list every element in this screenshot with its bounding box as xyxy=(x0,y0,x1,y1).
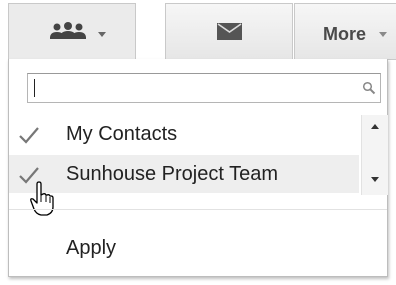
contact-group-list: My Contacts Sunhouse Project Team xyxy=(9,115,389,195)
list-item[interactable]: My Contacts xyxy=(9,115,359,153)
contacts-dropdown-panel: My Contacts Sunhouse Project Team Apply xyxy=(8,59,388,277)
envelope-icon xyxy=(217,23,242,40)
list-item[interactable]: Sunhouse Project Team xyxy=(9,155,359,193)
scroll-up-icon[interactable] xyxy=(371,124,379,129)
toolbar-gap xyxy=(136,3,165,60)
hand-cursor-icon xyxy=(30,181,54,216)
mail-button[interactable] xyxy=(165,3,293,60)
list-item-label: My Contacts xyxy=(66,123,178,145)
apply-button[interactable]: Apply xyxy=(66,237,116,260)
toolbar: More xyxy=(0,0,396,60)
divider xyxy=(9,209,387,210)
chevron-down-icon xyxy=(98,32,106,37)
contacts-dropdown-button[interactable] xyxy=(8,3,136,60)
checkmark-icon[interactable] xyxy=(18,125,40,145)
people-icon xyxy=(50,22,86,39)
search-field[interactable] xyxy=(27,73,381,103)
scroll-down-icon[interactable] xyxy=(371,177,379,182)
scrollbar[interactable] xyxy=(361,115,388,195)
more-button[interactable]: More xyxy=(294,3,396,60)
list-item-label: Sunhouse Project Team xyxy=(66,163,278,185)
search-input[interactable] xyxy=(34,78,354,98)
more-label: More xyxy=(323,24,367,44)
chevron-down-icon xyxy=(379,32,387,37)
search-icon[interactable] xyxy=(362,81,376,95)
text-cursor xyxy=(34,79,35,97)
